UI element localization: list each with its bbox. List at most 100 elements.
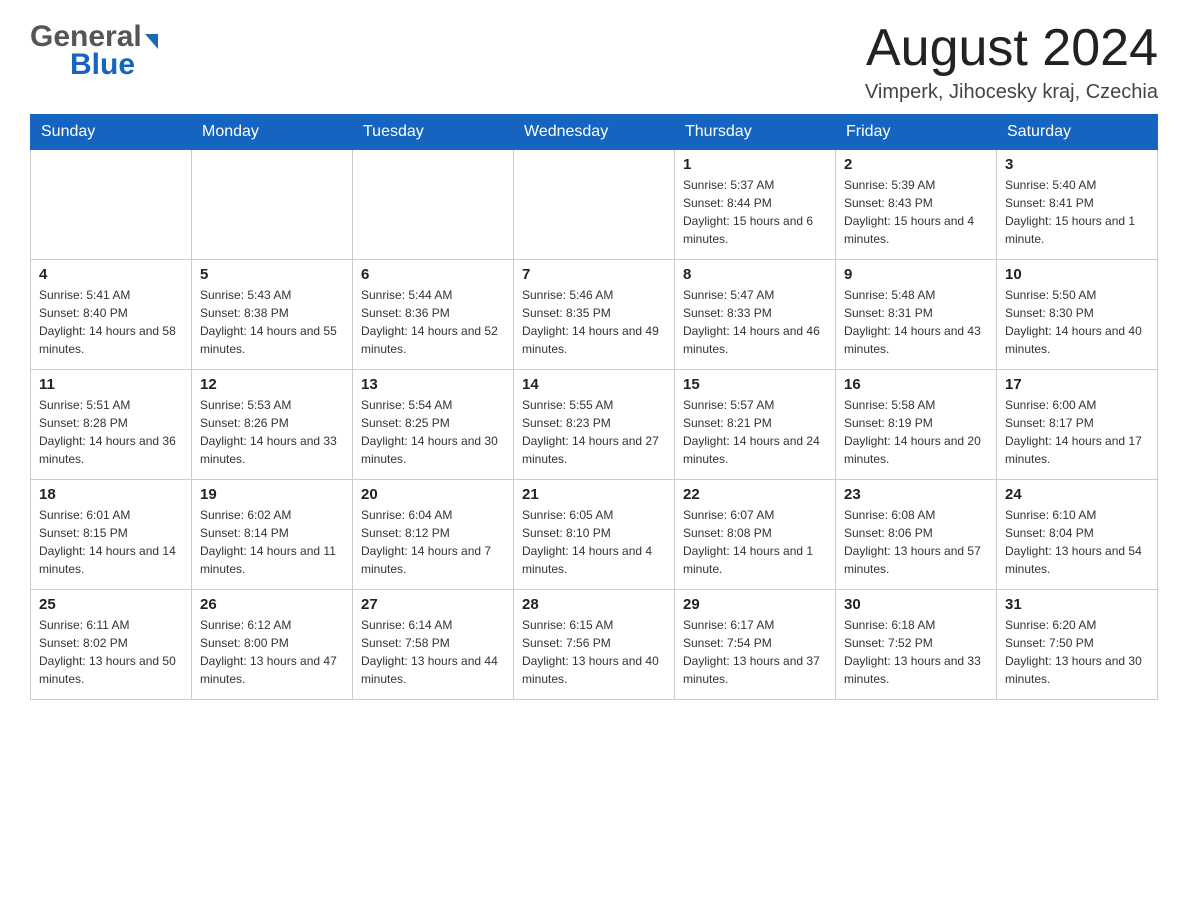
column-header-wednesday: Wednesday (514, 115, 675, 150)
calendar-week-row: 25Sunrise: 6:11 AM Sunset: 8:02 PM Dayli… (31, 590, 1158, 700)
month-title: August 2024 (865, 20, 1158, 77)
day-number: 27 (361, 596, 505, 613)
column-header-saturday: Saturday (997, 115, 1158, 150)
calendar-day-cell: 29 Sunrise: 6:17 AM Sunset: 7:54 PM Dayli… (675, 590, 836, 700)
day-info: Sunrise: 6:10 AM Sunset: 8:04 PM Dayligh… (1005, 506, 1149, 578)
day-number: 19 (200, 486, 344, 503)
day-number: 13 (361, 376, 505, 393)
calendar-day-cell (31, 150, 192, 260)
day-info: Sunrise: 5:55 AM Sunset: 8:23 PM Dayligh… (522, 396, 666, 468)
calendar-day-cell: 8 Sunrise: 5:47 AM Sunset: 8:33 PM Daylig… (675, 260, 836, 370)
day-info: Sunrise: 6:17 AM Sunset: 7:54 PM Dayligh… (683, 616, 827, 688)
day-info: Sunrise: 5:53 AM Sunset: 8:26 PM Dayligh… (200, 396, 344, 468)
day-number: 9 (844, 266, 988, 283)
day-info: Sunrise: 6:08 AM Sunset: 8:06 PM Dayligh… (844, 506, 988, 578)
calendar-week-row: 4 Sunrise: 5:41 AM Sunset: 8:40 PM Daylig… (31, 260, 1158, 370)
day-info: Sunrise: 6:07 AM Sunset: 8:08 PM Dayligh… (683, 506, 827, 578)
calendar-day-cell: 30Sunrise: 6:18 AM Sunset: 7:52 PM Dayli… (836, 590, 997, 700)
day-number: 10 (1005, 266, 1149, 283)
day-info: Sunrise: 5:41 AM Sunset: 8:40 PM Dayligh… (39, 286, 183, 358)
day-number: 5 (200, 266, 344, 283)
day-info: Sunrise: 6:20 AM Sunset: 7:50 PM Dayligh… (1005, 616, 1149, 688)
day-info: Sunrise: 5:37 AM Sunset: 8:44 PM Dayligh… (683, 176, 827, 248)
logo: General Blue (30, 20, 158, 82)
calendar-day-cell: 3 Sunrise: 5:40 AM Sunset: 8:41 PM Daylig… (997, 150, 1158, 260)
day-number: 22 (683, 486, 827, 503)
day-info: Sunrise: 5:40 AM Sunset: 8:41 PM Dayligh… (1005, 176, 1149, 248)
column-header-monday: Monday (192, 115, 353, 150)
day-number: 4 (39, 266, 183, 283)
calendar-day-cell (514, 150, 675, 260)
logo-blue: Blue (30, 48, 135, 82)
day-info: Sunrise: 5:50 AM Sunset: 8:30 PM Dayligh… (1005, 286, 1149, 358)
calendar-day-cell: 14 Sunrise: 5:55 AM Sunset: 8:23 PM Dayli… (514, 370, 675, 480)
day-number: 7 (522, 266, 666, 283)
title-area: August 2024 Vimperk, Jihocesky kraj, Cze… (865, 20, 1158, 104)
day-info: Sunrise: 6:00 AM Sunset: 8:17 PM Dayligh… (1005, 396, 1149, 468)
calendar-day-cell: 21Sunrise: 6:05 AM Sunset: 8:10 PM Dayli… (514, 480, 675, 590)
day-info: Sunrise: 6:01 AM Sunset: 8:15 PM Dayligh… (39, 506, 183, 578)
calendar-day-cell: 26 Sunrise: 6:12 AM Sunset: 8:00 PM Dayli… (192, 590, 353, 700)
day-info: Sunrise: 6:18 AM Sunset: 7:52 PM Dayligh… (844, 616, 988, 688)
calendar-day-cell: 25Sunrise: 6:11 AM Sunset: 8:02 PM Dayli… (31, 590, 192, 700)
day-info: Sunrise: 5:47 AM Sunset: 8:33 PM Dayligh… (683, 286, 827, 358)
calendar-day-cell: 31 Sunrise: 6:20 AM Sunset: 7:50 PM Dayli… (997, 590, 1158, 700)
day-number: 28 (522, 596, 666, 613)
calendar-day-cell: 2Sunrise: 5:39 AM Sunset: 8:43 PM Daylig… (836, 150, 997, 260)
day-info: Sunrise: 5:58 AM Sunset: 8:19 PM Dayligh… (844, 396, 988, 468)
calendar-day-cell: 5 Sunrise: 5:43 AM Sunset: 8:38 PM Daylig… (192, 260, 353, 370)
day-info: Sunrise: 5:51 AM Sunset: 8:28 PM Dayligh… (39, 396, 183, 468)
location-label: Vimperk, Jihocesky kraj, Czechia (865, 81, 1158, 104)
day-number: 12 (200, 376, 344, 393)
day-info: Sunrise: 5:44 AM Sunset: 8:36 PM Dayligh… (361, 286, 505, 358)
day-info: Sunrise: 5:43 AM Sunset: 8:38 PM Dayligh… (200, 286, 344, 358)
calendar-day-cell: 13 Sunrise: 5:54 AM Sunset: 8:25 PM Dayli… (353, 370, 514, 480)
calendar-week-row: 1 Sunrise: 5:37 AM Sunset: 8:44 PM Daylig… (31, 150, 1158, 260)
day-number: 14 (522, 376, 666, 393)
calendar-day-cell: 17 Sunrise: 6:00 AM Sunset: 8:17 PM Dayli… (997, 370, 1158, 480)
day-number: 15 (683, 376, 827, 393)
calendar-day-cell: 19Sunrise: 6:02 AM Sunset: 8:14 PM Dayli… (192, 480, 353, 590)
day-number: 25 (39, 596, 183, 613)
calendar-week-row: 11 Sunrise: 5:51 AM Sunset: 8:28 PM Dayli… (31, 370, 1158, 480)
calendar-day-cell: 12 Sunrise: 5:53 AM Sunset: 8:26 PM Dayli… (192, 370, 353, 480)
calendar-day-cell: 24Sunrise: 6:10 AM Sunset: 8:04 PM Dayli… (997, 480, 1158, 590)
calendar-day-cell (192, 150, 353, 260)
day-number: 26 (200, 596, 344, 613)
calendar-day-cell: 6Sunrise: 5:44 AM Sunset: 8:36 PM Daylig… (353, 260, 514, 370)
day-info: Sunrise: 5:46 AM Sunset: 8:35 PM Dayligh… (522, 286, 666, 358)
day-number: 2 (844, 156, 988, 173)
calendar-day-cell: 27Sunrise: 6:14 AM Sunset: 7:58 PM Dayli… (353, 590, 514, 700)
calendar-header-row: SundayMondayTuesdayWednesdayThursdayFrid… (31, 115, 1158, 150)
day-info: Sunrise: 6:12 AM Sunset: 8:00 PM Dayligh… (200, 616, 344, 688)
day-info: Sunrise: 5:54 AM Sunset: 8:25 PM Dayligh… (361, 396, 505, 468)
calendar-day-cell: 7 Sunrise: 5:46 AM Sunset: 8:35 PM Daylig… (514, 260, 675, 370)
day-info: Sunrise: 6:04 AM Sunset: 8:12 PM Dayligh… (361, 506, 505, 578)
day-info: Sunrise: 5:57 AM Sunset: 8:21 PM Dayligh… (683, 396, 827, 468)
day-number: 31 (1005, 596, 1149, 613)
column-header-tuesday: Tuesday (353, 115, 514, 150)
calendar-day-cell (353, 150, 514, 260)
calendar-day-cell: 18 Sunrise: 6:01 AM Sunset: 8:15 PM Dayli… (31, 480, 192, 590)
calendar-day-cell: 15 Sunrise: 5:57 AM Sunset: 8:21 PM Dayli… (675, 370, 836, 480)
calendar-day-cell: 28Sunrise: 6:15 AM Sunset: 7:56 PM Dayli… (514, 590, 675, 700)
day-number: 3 (1005, 156, 1149, 173)
day-number: 17 (1005, 376, 1149, 393)
calendar-day-cell: 23Sunrise: 6:08 AM Sunset: 8:06 PM Dayli… (836, 480, 997, 590)
column-header-thursday: Thursday (675, 115, 836, 150)
column-header-sunday: Sunday (31, 115, 192, 150)
page-header: General Blue August 2024 Vimperk, Jihoce… (30, 20, 1158, 104)
day-number: 1 (683, 156, 827, 173)
calendar-day-cell: 20Sunrise: 6:04 AM Sunset: 8:12 PM Dayli… (353, 480, 514, 590)
day-number: 21 (522, 486, 666, 503)
logo-triangle-icon (145, 34, 158, 49)
calendar-day-cell: 11 Sunrise: 5:51 AM Sunset: 8:28 PM Dayli… (31, 370, 192, 480)
day-number: 11 (39, 376, 183, 393)
calendar-day-cell: 10 Sunrise: 5:50 AM Sunset: 8:30 PM Dayli… (997, 260, 1158, 370)
day-number: 8 (683, 266, 827, 283)
calendar-week-row: 18 Sunrise: 6:01 AM Sunset: 8:15 PM Dayli… (31, 480, 1158, 590)
day-number: 29 (683, 596, 827, 613)
calendar-day-cell: 16Sunrise: 5:58 AM Sunset: 8:19 PM Dayli… (836, 370, 997, 480)
column-header-friday: Friday (836, 115, 997, 150)
day-number: 18 (39, 486, 183, 503)
